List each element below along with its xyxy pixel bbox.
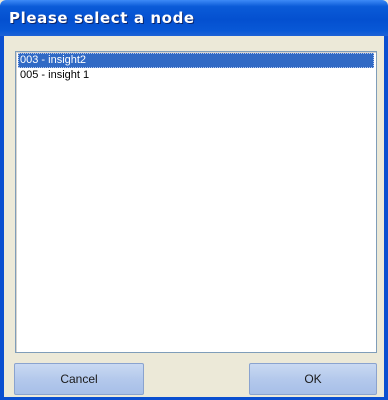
node-select-dialog: Please select a node 003 - insight2 005 … — [0, 0, 388, 400]
node-list-item[interactable]: 003 - insight2 — [18, 53, 374, 68]
node-list-item[interactable]: 005 - insight 1 — [18, 68, 374, 83]
window-frame-right — [384, 36, 388, 400]
dialog-title: Please select a node — [9, 9, 195, 27]
node-listbox[interactable]: 003 - insight2 005 - insight 1 — [15, 51, 377, 353]
dialog-client-area: 003 - insight2 005 - insight 1 Cancel OK — [4, 36, 384, 397]
cancel-button[interactable]: Cancel — [14, 363, 144, 395]
ok-button[interactable]: OK — [249, 363, 377, 395]
title-bar[interactable]: Please select a node — [0, 0, 388, 36]
